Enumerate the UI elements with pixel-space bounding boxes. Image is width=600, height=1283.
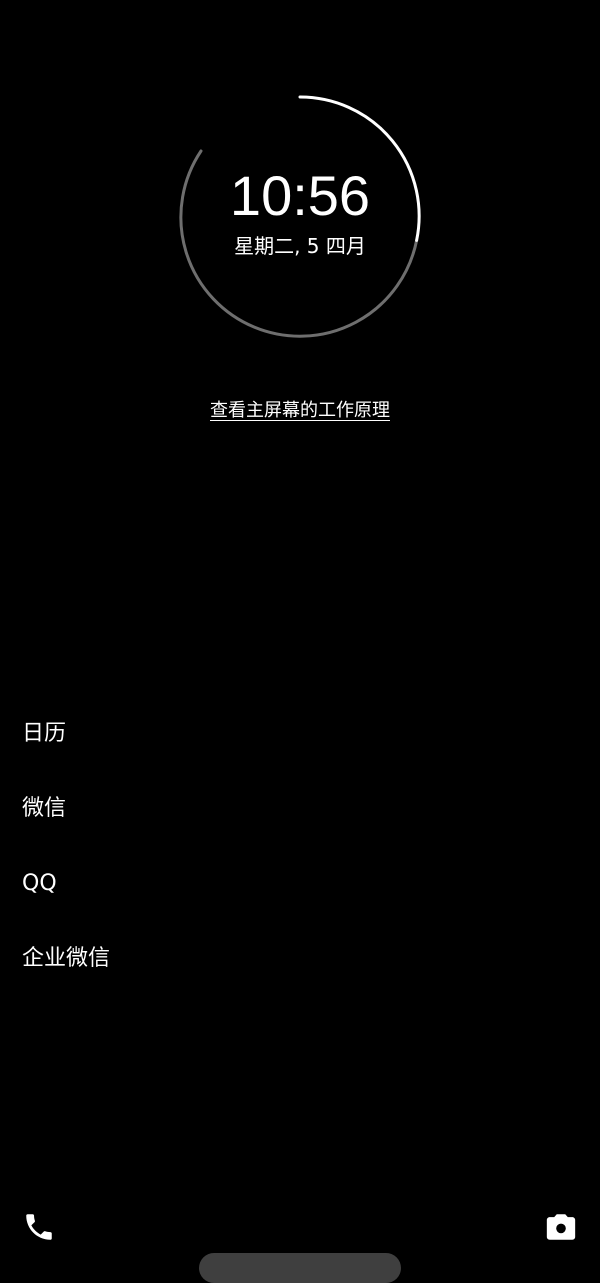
home-screen-howto-link[interactable]: 查看主屏幕的工作原理 [0, 398, 600, 424]
clock-time: 10:56 [229, 164, 371, 227]
favorite-app-list: 日历 微信 QQ 企业微信 [22, 716, 110, 1016]
phone-icon[interactable] [22, 1210, 56, 1244]
clock-widget[interactable]: 10:56 星期二, 5 四月 [150, 66, 450, 366]
home-gesture-bar[interactable] [199, 1253, 401, 1283]
app-item-wechat[interactable]: 微信 [22, 791, 110, 866]
clock-date: 星期二, 5 四月 [234, 234, 366, 258]
app-item-wecom[interactable]: 企业微信 [22, 941, 110, 1016]
app-item-calendar[interactable]: 日历 [22, 716, 110, 791]
camera-icon[interactable] [544, 1210, 578, 1244]
app-item-qq[interactable]: QQ [22, 866, 110, 941]
